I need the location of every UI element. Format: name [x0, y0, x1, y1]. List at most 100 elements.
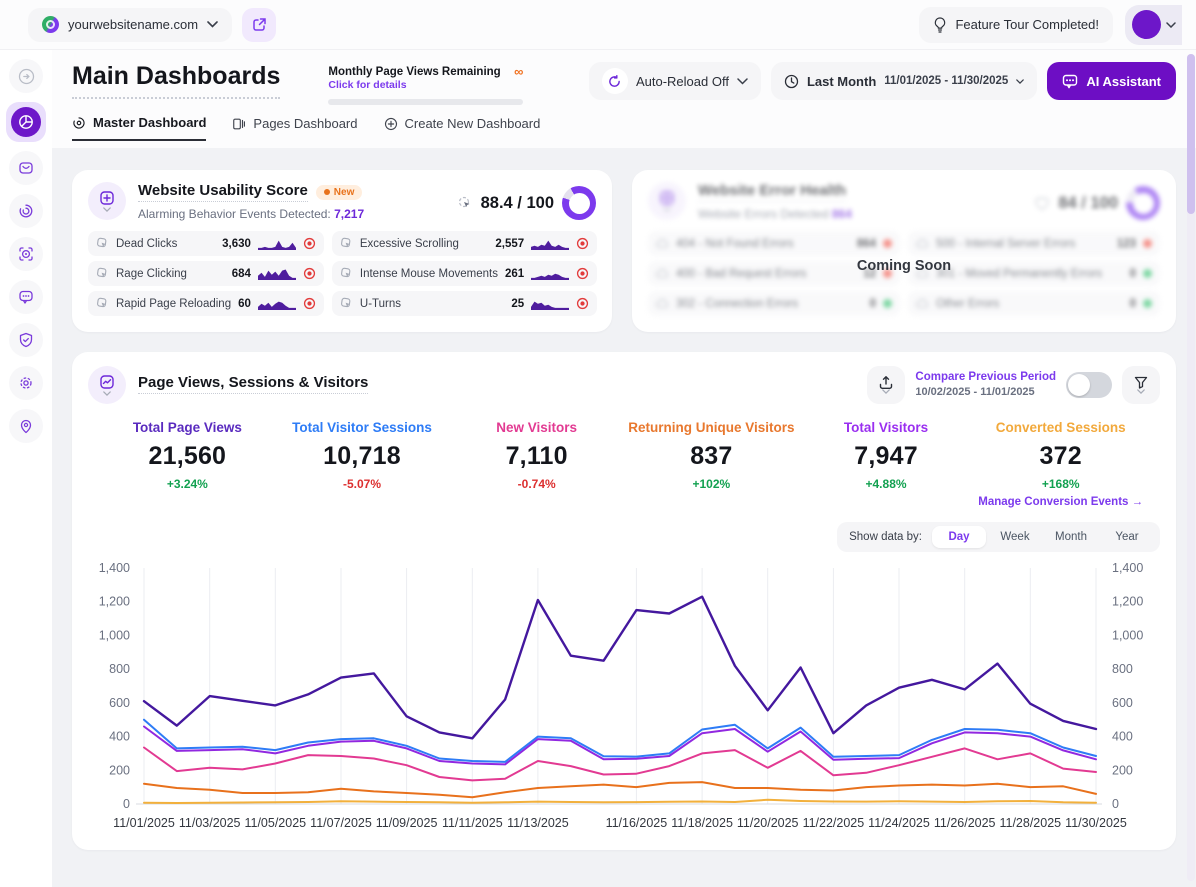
top-bar: yourwebsitename.com Feature Tour Complet…: [0, 0, 1196, 50]
chevron-down-icon: [207, 21, 218, 28]
svg-text:11/09/2025: 11/09/2025: [376, 816, 438, 830]
kpi-stat: Total Visitor Sessions 10,718 -5.07%: [275, 420, 450, 508]
segment-month[interactable]: Month: [1044, 526, 1098, 548]
click-tag-icon: [340, 237, 353, 250]
tab-label: Create New Dashboard: [405, 116, 541, 131]
svg-text:11/24/2025: 11/24/2025: [868, 816, 930, 830]
chat-bubble-icon: [18, 289, 34, 305]
site-selector[interactable]: yourwebsitename.com: [28, 8, 232, 42]
ai-assistant-button[interactable]: AI Assistant: [1047, 62, 1176, 100]
kpi-value: 837: [624, 442, 799, 471]
dashboard-tabs: Master Dashboard Pages Dashboard Create …: [52, 105, 1196, 141]
sidebar-item-inbox[interactable]: [9, 151, 43, 185]
usability-metric-row: Dead Clicks3,630: [88, 231, 324, 256]
user-menu[interactable]: [1125, 5, 1182, 45]
tab-pages-dashboard[interactable]: Pages Dashboard: [232, 115, 357, 141]
svg-text:1,400: 1,400: [99, 561, 130, 575]
segment-year[interactable]: Year: [1100, 526, 1154, 548]
auto-reload-dropdown[interactable]: Auto-Reload Off: [589, 62, 761, 100]
metric-value: 60: [238, 298, 251, 310]
record-icon[interactable]: [303, 237, 316, 250]
svg-text:11/11/2025: 11/11/2025: [442, 816, 503, 830]
record-icon[interactable]: [576, 237, 589, 250]
status-dot: [883, 239, 892, 248]
compare-toggle[interactable]: [1066, 372, 1112, 398]
tab-master-dashboard[interactable]: Master Dashboard: [72, 115, 206, 141]
master-dashboard-icon: [72, 116, 86, 130]
record-icon[interactable]: [303, 267, 316, 280]
usability-card-icon-button[interactable]: [88, 182, 126, 220]
sidebar-collapse-button[interactable]: [9, 59, 43, 93]
click-tag-icon: [340, 267, 353, 280]
kpi-value: 7,947: [799, 442, 974, 471]
external-link-icon: [252, 17, 267, 32]
kpi-stat: Total Visitors 7,947 +4.88%: [799, 420, 974, 508]
filter-button[interactable]: [1122, 366, 1160, 404]
scrollbar-thumb[interactable]: [1187, 54, 1195, 214]
svg-text:11/05/2025: 11/05/2025: [244, 816, 306, 830]
usability-metric-row: Rage Clicking684: [88, 261, 324, 286]
metric-label: Rage Clicking: [116, 268, 187, 280]
kpi-stats-row: Total Page Views 21,560 +3.24%Total Visi…: [88, 420, 1160, 508]
metric-label: Other Errors: [936, 298, 999, 310]
quota-progress-bar: [328, 99, 523, 105]
svg-text:11/28/2025: 11/28/2025: [999, 816, 1061, 830]
svg-text:11/07/2025: 11/07/2025: [310, 816, 372, 830]
manage-conversion-events-link[interactable]: Manage Conversion Events →: [973, 496, 1148, 508]
metric-value: 261: [505, 268, 524, 280]
kpi-delta: +168%: [973, 477, 1148, 491]
svg-text:11/26/2025: 11/26/2025: [934, 816, 996, 830]
svg-text:11/03/2025: 11/03/2025: [179, 816, 241, 830]
sidebar-item-dashboards[interactable]: [6, 102, 46, 142]
sidebar-item-settings[interactable]: [9, 366, 43, 400]
export-button[interactable]: [867, 366, 905, 404]
record-icon[interactable]: [303, 297, 316, 310]
metric-value: 25: [511, 298, 524, 310]
feature-tour-button[interactable]: Feature Tour Completed!: [919, 7, 1113, 43]
date-range-picker[interactable]: Last Month 11/01/2025 - 11/30/2025: [771, 62, 1037, 100]
sidebar-item-session-replay[interactable]: [9, 194, 43, 228]
metric-value: 864: [857, 238, 876, 250]
quota-details-link[interactable]: Click for details: [328, 79, 523, 91]
gear-icon: [18, 375, 34, 391]
open-website-button[interactable]: [242, 8, 276, 42]
shield-check-icon: [18, 332, 34, 348]
metric-label: 404 - Not Found Errors: [676, 238, 794, 250]
sparkline: [258, 267, 296, 280]
page-title: Main Dashboards: [72, 62, 280, 99]
site-name: yourwebsitename.com: [68, 17, 198, 32]
svg-text:1,200: 1,200: [1112, 595, 1143, 609]
page-scrollbar[interactable]: [1187, 54, 1195, 881]
usability-metric-row: U-Turns25: [332, 291, 597, 316]
sidebar-item-journeys[interactable]: [9, 409, 43, 443]
record-icon[interactable]: [576, 267, 589, 280]
usability-score-ring: [562, 186, 596, 220]
avatar: [1132, 10, 1161, 39]
cloud-icon: [916, 298, 929, 309]
sidebar-item-heatmaps[interactable]: [9, 237, 43, 271]
date-range-value: 11/01/2025 - 11/30/2025: [884, 75, 1008, 87]
chart-card-icon-button[interactable]: [88, 366, 126, 404]
chevron-down-icon: [1016, 79, 1024, 84]
record-icon[interactable]: [576, 297, 589, 310]
svg-text:200: 200: [1112, 763, 1133, 777]
coming-soon-overlay: Coming Soon: [632, 258, 1176, 274]
svg-text:0: 0: [123, 797, 130, 811]
pages-dashboard-icon: [232, 117, 246, 131]
error-card-icon-button[interactable]: [648, 182, 686, 220]
chevron-down-icon: [1137, 389, 1145, 394]
error-metric-row: 500 - Internal Server Errors123: [908, 231, 1160, 256]
segment-day[interactable]: Day: [932, 526, 986, 548]
sidebar-item-security[interactable]: [9, 323, 43, 357]
click-tag-icon: [96, 297, 109, 310]
svg-text:1,200: 1,200: [99, 595, 130, 609]
status-dot: [883, 299, 892, 308]
kpi-label: Converted Sessions: [973, 420, 1148, 435]
sidebar-item-feedback[interactable]: [9, 280, 43, 314]
metric-value: 0: [1130, 298, 1136, 310]
cloud-icon: [916, 238, 929, 249]
segment-week[interactable]: Week: [988, 526, 1042, 548]
metric-value: 0: [870, 298, 876, 310]
chevron-down-icon: [1166, 22, 1176, 28]
tab-create-new-dashboard[interactable]: Create New Dashboard: [384, 115, 541, 141]
